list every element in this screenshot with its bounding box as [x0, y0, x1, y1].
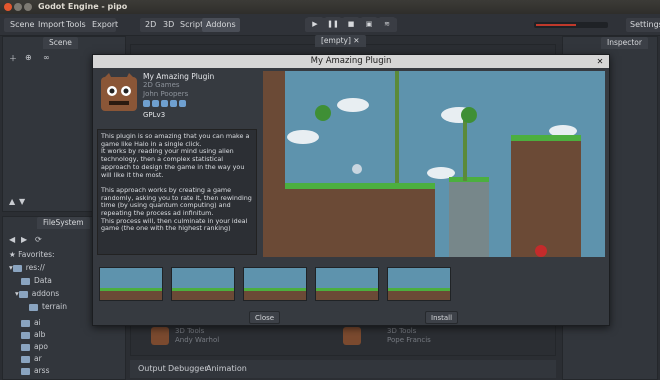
thumbnail[interactable]	[387, 267, 451, 301]
main-toolbar: Scene Import Tools Export 2D 3D Script A…	[0, 14, 660, 36]
plugin-license: GPLv3	[143, 111, 166, 119]
rating-stars	[143, 100, 186, 108]
bg-asset-author: Pope Francis	[387, 336, 431, 344]
star-icon	[170, 100, 177, 107]
pause-icon[interactable]: ❚❚	[325, 17, 341, 31]
link-icon[interactable]: ∞	[43, 53, 50, 62]
play-scene-icon[interactable]: ▣	[361, 17, 377, 31]
star-icon	[161, 100, 168, 107]
window-titlebar: Godot Engine - pipo	[0, 0, 660, 14]
update-spinner-bar	[534, 22, 608, 28]
refresh-icon[interactable]: ⟳	[35, 235, 42, 244]
menu-tools[interactable]: Tools	[62, 18, 90, 32]
list-item[interactable]: terrain	[29, 301, 67, 313]
workspace-addons[interactable]: Addons	[202, 18, 240, 32]
close-button[interactable]: Close	[249, 311, 281, 324]
plugin-author: John Poopers	[143, 90, 189, 98]
star-icon	[179, 100, 186, 107]
tab-inspector[interactable]: Inspector	[601, 37, 648, 49]
thumbnail[interactable]	[243, 267, 307, 301]
list-item[interactable]: ai	[21, 317, 41, 329]
window-title: Godot Engine - pipo	[38, 2, 128, 11]
install-button[interactable]: Install	[425, 311, 459, 324]
tab-scene[interactable]: Scene	[43, 37, 78, 49]
close-window-icon[interactable]	[4, 3, 12, 11]
stop-icon[interactable]: ■	[343, 17, 359, 31]
plugin-name: My Amazing Plugin	[143, 72, 215, 81]
plugin-icon	[101, 73, 137, 111]
workspace-2d[interactable]: 2D	[141, 18, 160, 32]
list-item[interactable]: arss	[21, 365, 50, 377]
forward-icon[interactable]: ▶	[21, 235, 27, 244]
tab-output[interactable]: Output	[138, 364, 166, 373]
plugin-dialog: My Amazing Plugin ✕ My Amazing Plugin 2D…	[92, 54, 610, 326]
maximize-window-icon[interactable]	[24, 3, 32, 11]
back-icon[interactable]: ◀	[9, 235, 15, 244]
dialog-title: My Amazing Plugin	[93, 55, 609, 68]
add-node-icon[interactable]: ＋	[9, 53, 17, 64]
settings-button[interactable]: Settings	[626, 18, 660, 32]
thumbnail[interactable]	[315, 267, 379, 301]
play-icon[interactable]: ▶	[307, 17, 323, 31]
move-down-icon[interactable]: ▼	[19, 197, 25, 206]
list-item[interactable]: alb	[21, 329, 45, 341]
minimize-window-icon[interactable]	[14, 3, 22, 11]
list-item[interactable]: ▾ res://	[9, 262, 45, 274]
list-item[interactable]: ▾ addons	[15, 288, 59, 300]
tab-empty[interactable]: [empty] ✕	[315, 35, 366, 47]
list-item[interactable]: Data	[21, 275, 52, 287]
menu-export[interactable]: Export	[88, 18, 122, 32]
preview-screenshot	[263, 71, 605, 257]
favorites-label: ★ Favorites:	[9, 250, 55, 259]
bg-asset-category: 3D Tools	[387, 327, 417, 335]
move-up-icon[interactable]: ▲	[9, 197, 15, 206]
plugin-category: 2D Games	[143, 81, 180, 89]
remote-debug-icon[interactable]: ≋	[379, 17, 395, 31]
tab-debugger[interactable]: Debugger	[168, 364, 208, 373]
bg-asset-category: 3D Tools	[175, 327, 205, 335]
close-icon[interactable]: ✕	[595, 55, 605, 68]
star-icon	[143, 100, 150, 107]
plugin-description: This plugin is so amazing that you can m…	[97, 129, 257, 255]
list-item[interactable]: ar	[21, 353, 42, 365]
thumbnail[interactable]	[171, 267, 235, 301]
tab-filesystem[interactable]: FileSystem	[37, 217, 90, 229]
thumbnail[interactable]	[99, 267, 163, 301]
tab-animation[interactable]: Animation	[206, 364, 247, 373]
list-item[interactable]: apo	[21, 341, 48, 353]
instance-icon[interactable]: ⊕	[25, 53, 32, 62]
bottom-panel-tabs: Output Debugger Animation	[130, 360, 556, 378]
star-icon	[152, 100, 159, 107]
bg-asset-author: Andy Warhol	[175, 336, 220, 344]
